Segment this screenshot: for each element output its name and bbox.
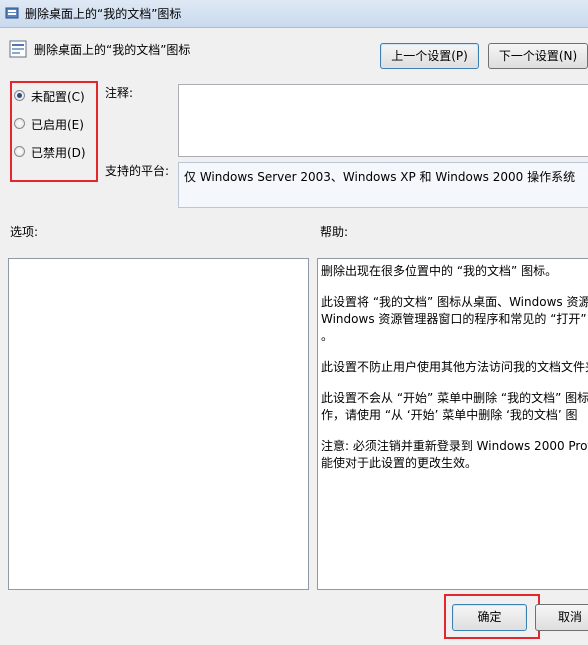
supported-platform-label: 支持的平台: <box>105 164 170 178</box>
help-paragraph: 删除出现在很多位置中的 “我的文档” 图标。 <box>321 263 588 280</box>
help-pane[interactable]: 删除出现在很多位置中的 “我的文档” 图标。 此设置将 “我的文档” 图标从桌面… <box>317 258 588 590</box>
help-paragraph: 此设置将 “我的文档” 图标从桌面、Windows 资源 Windows 资源管… <box>321 294 588 345</box>
cancel-button[interactable]: 取消 <box>535 604 588 631</box>
help-line: 删除出现在很多位置中的 “我的文档” 图标。 <box>321 264 558 278</box>
window-title: 删除桌面上的“我的文档”图标 <box>25 7 182 21</box>
policy-icon <box>5 7 19 19</box>
options-pane <box>8 258 309 590</box>
policy-title: 删除桌面上的“我的文档”图标 <box>34 43 191 57</box>
help-line: 此设置将 “我的文档” 图标从桌面、Windows 资源 <box>321 295 588 309</box>
comment-label: 注释: <box>105 86 134 100</box>
radio-group-highlight <box>10 81 98 182</box>
next-setting-button[interactable]: 下一个设置(N) <box>488 43 588 69</box>
previous-setting-button[interactable]: 上一个设置(P) <box>380 43 479 69</box>
ok-button-highlight <box>444 594 540 639</box>
help-line: 能使对于此设置的更改生效。 <box>321 456 478 470</box>
help-paragraph: 注意: 必须注销并重新登录到 Windows 2000 Profe 能使对于此设… <box>321 438 588 472</box>
title-bar: 删除桌面上的“我的文档”图标 <box>0 0 588 28</box>
help-line: 此设置不会从 “开始” 菜单中删除 “我的文档” 图标 <box>321 391 588 405</box>
help-line: 此设置不防止用户使用其他方法访问我的文档文件夹 <box>321 360 588 374</box>
comment-textarea[interactable] <box>178 84 588 157</box>
help-line: 。 <box>321 329 334 343</box>
help-line: Windows 资源管理器窗口的程序和常见的 “打开” <box>321 312 587 326</box>
help-paragraph: 此设置不会从 “开始” 菜单中删除 “我的文档” 图标 作，请使用 “从 ‘开始… <box>321 390 588 424</box>
help-paragraph: 此设置不防止用户使用其他方法访问我的文档文件夹 <box>321 359 588 376</box>
help-line: 注意: 必须注销并重新登录到 Windows 2000 Profe <box>321 439 588 453</box>
supported-platform-value: 仅 Windows Server 2003、Windows XP 和 Windo… <box>178 162 588 208</box>
options-label: 选项: <box>10 225 39 239</box>
help-line: 作，请使用 “从 ‘开始’ 菜单中删除 ‘我的文档’ 图 <box>321 408 578 422</box>
help-label: 帮助: <box>320 225 349 239</box>
policy-settings-icon <box>9 40 27 58</box>
